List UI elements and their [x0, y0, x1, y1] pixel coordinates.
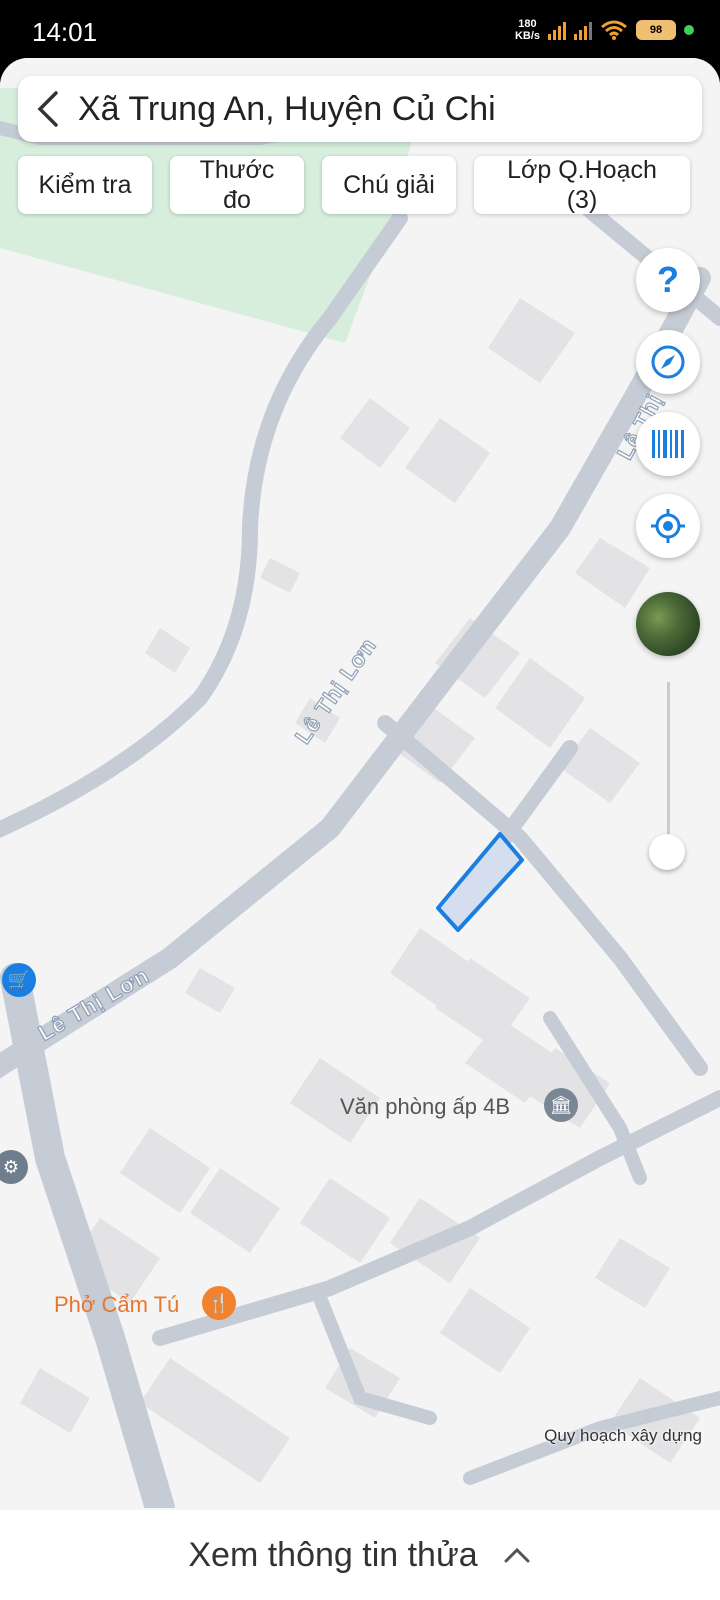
- poi-restaurant-label[interactable]: Phở Cẩm Tú: [54, 1292, 179, 1318]
- status-time: 14:01: [32, 17, 98, 47]
- search-bar[interactable]: Xã Trung An, Huyện Củ Chi: [18, 76, 702, 142]
- app-screen: Lê Thị Lơn Lê Thị Lơn Lê Thị Lơn 🛒 ⚙ Văn…: [0, 58, 720, 1600]
- measure-label-line2: đo: [223, 186, 251, 214]
- signal-icon: [548, 20, 566, 40]
- barcode-icon: [652, 430, 684, 458]
- search-location-title: Xã Trung An, Huyện Củ Chi: [78, 89, 496, 128]
- map-attribution: Quy hoạch xây dựng: [544, 1426, 702, 1445]
- planning-layers-button[interactable]: Lớp Q.Hoạch (3): [474, 156, 690, 214]
- restaurant-pin-icon[interactable]: 🍴: [202, 1286, 236, 1320]
- zoom-slider-thumb[interactable]: [649, 834, 685, 870]
- network-speed-value: 180: [518, 18, 537, 30]
- measure-button[interactable]: Thước đo: [170, 156, 304, 214]
- compass-icon: [651, 345, 685, 379]
- signal-icon-2: [574, 20, 592, 40]
- network-speed: 180 KB/s: [515, 18, 540, 42]
- bottom-sheet[interactable]: Xem thông tin thửa: [0, 1510, 720, 1600]
- battery-icon: 98: [636, 20, 676, 40]
- back-button[interactable]: [18, 76, 78, 142]
- help-button[interactable]: ?: [636, 248, 700, 312]
- poi-office-label[interactable]: Văn phòng ấp 4B: [340, 1094, 510, 1120]
- check-label: Kiểm tra: [38, 171, 132, 199]
- locate-me-button[interactable]: [636, 494, 700, 558]
- network-speed-unit: KB/s: [514, 30, 540, 42]
- layers-label-line1: Lớp Q.Hoạch: [507, 156, 657, 184]
- crosshair-icon: [651, 509, 685, 543]
- compass-button[interactable]: [636, 330, 700, 394]
- shop-pin-icon[interactable]: 🛒: [2, 963, 36, 997]
- legend-button[interactable]: Chú giải: [322, 156, 456, 214]
- chevron-left-icon: [37, 91, 58, 127]
- barcode-button[interactable]: [636, 412, 700, 476]
- map-canvas[interactable]: [0, 58, 720, 1508]
- status-icons: 180 KB/s 98: [515, 18, 694, 42]
- chevron-up-icon[interactable]: [502, 1545, 532, 1565]
- layers-label-line2: (3): [566, 186, 598, 214]
- check-button[interactable]: Kiểm tra: [18, 156, 152, 214]
- toolbar-chips: Kiểm tra Thước đo Chú giải Lớp Q.Hoạch (…: [18, 156, 702, 216]
- question-icon: ?: [657, 259, 679, 300]
- satellite-layer-button[interactable]: [636, 592, 700, 656]
- notification-dot: [684, 25, 694, 35]
- measure-label-line1: Thước: [199, 156, 275, 184]
- parcel-info-title: Xem thông tin thửa: [188, 1535, 478, 1574]
- status-bar: 14:01 180 KB/s 98: [0, 0, 720, 62]
- wifi-icon: [601, 20, 627, 40]
- office-pin-icon[interactable]: 🏛: [544, 1088, 578, 1122]
- legend-label: Chú giải: [343, 171, 435, 199]
